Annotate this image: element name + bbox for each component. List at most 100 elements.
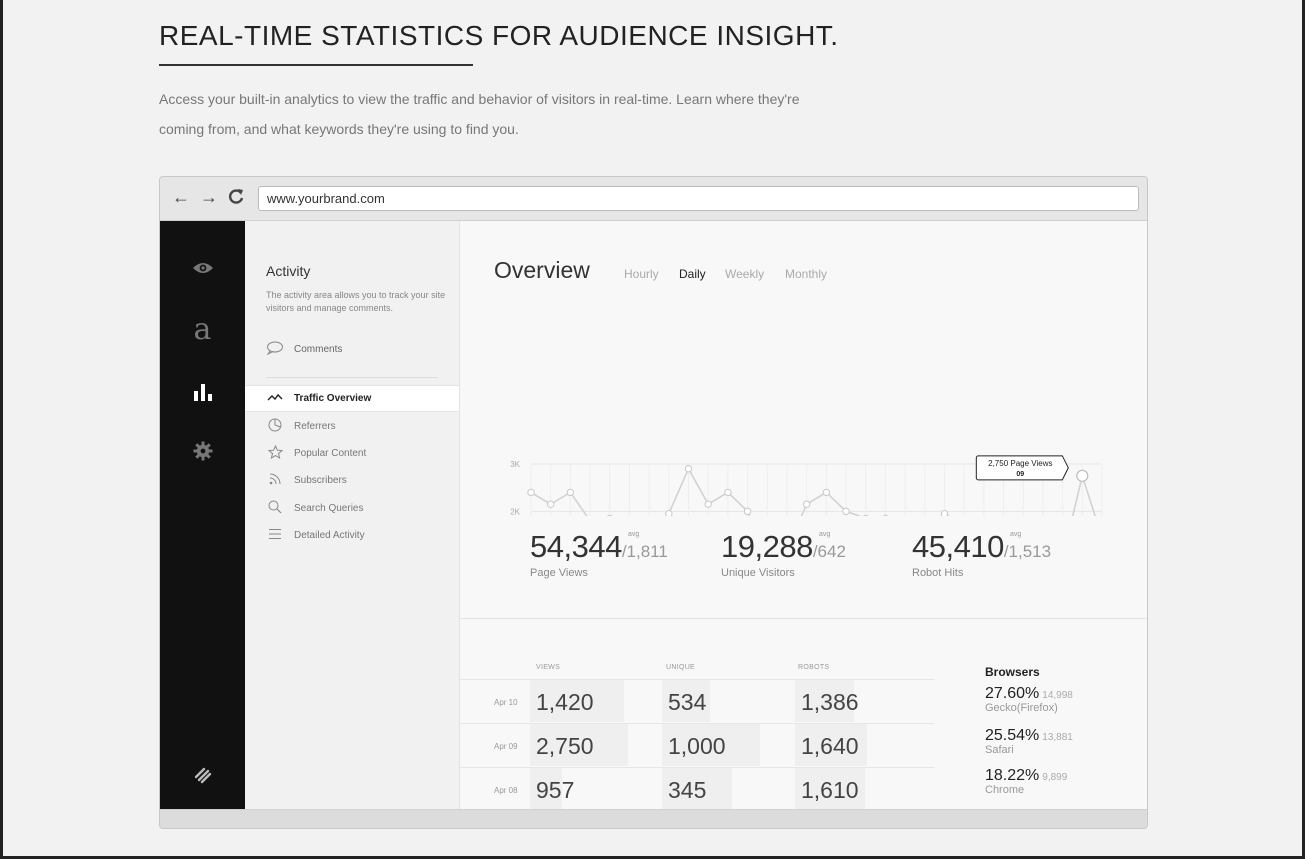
sidebar-item-label: Comments <box>294 344 343 355</box>
data-point-background <box>822 488 831 497</box>
hero-divider <box>159 64 473 66</box>
browser-status-bar <box>160 809 1147 828</box>
browser-percent: 27.60% <box>985 685 1040 702</box>
cell-value-unique: 1,000 <box>668 733 726 759</box>
browser-count: 13,881 <box>1042 732 1073 743</box>
data-point-background <box>665 510 673 516</box>
page: REAL-TIME STATISTICS FOR AUDIENCE INSIGH… <box>3 0 1302 856</box>
sidebar-item-label: Detailed Activity <box>294 530 365 541</box>
browser-window: ← → www.yourbrand.com a Activity The act… <box>159 176 1148 829</box>
column-header-unique: UNIQUE <box>666 664 696 671</box>
y-tick-label: 3K <box>510 460 520 469</box>
traffic-line-chart: 01K2K3K121314151617181920212223242526272… <box>510 455 1103 516</box>
cell-value-unique: 345 <box>668 777 707 803</box>
rss-icon <box>266 472 284 489</box>
back-arrow-icon[interactable]: ← <box>172 187 190 207</box>
stat-avg-label: avg <box>628 531 640 538</box>
data-point-background <box>862 514 869 516</box>
tab-hourly[interactable]: Hourly <box>624 267 659 281</box>
stat-label: Unique Visitors <box>721 567 795 579</box>
dark-nav-rail: a <box>160 221 245 809</box>
overview-title: Overview <box>494 257 590 283</box>
search-icon <box>266 500 284 517</box>
browser-toolbar: ← → www.yourbrand.com <box>160 177 1147 221</box>
sidebar-item-label: Popular Content <box>294 448 367 459</box>
sidebar-item-subscribers[interactable]: Subscribers <box>245 467 459 494</box>
browser-count: 14,998 <box>1042 690 1073 701</box>
stat-per-day: /1,811 <box>621 542 668 561</box>
cell-value-views: 1,420 <box>536 689 594 715</box>
stat-robot-hits: 45,410/1,513 avg Robot Hits <box>912 529 1051 579</box>
cell-value-robots: 1,610 <box>801 777 859 803</box>
bar-chart-icon[interactable] <box>160 383 245 406</box>
data-point-background <box>724 488 732 497</box>
stat-per-day: /1,513 <box>1003 542 1052 561</box>
data-point-background <box>684 465 693 473</box>
data-point-background <box>527 488 535 497</box>
list-icon <box>266 528 284 543</box>
data-point-background <box>606 514 613 516</box>
highlight-point <box>1076 469 1089 482</box>
table-row[interactable]: Apr 09 2,750 1,000 1,640 <box>460 723 934 766</box>
forward-arrow-icon[interactable]: → <box>200 187 218 207</box>
activity-sidebar: Activity The activity area allows you to… <box>245 221 460 809</box>
table-row[interactable]: Apr 08 957 345 1,610 <box>460 767 934 810</box>
zigzag-icon <box>266 392 284 406</box>
stat-label: Robot Hits <box>912 567 964 579</box>
data-point-background <box>882 514 889 516</box>
data-point-background <box>842 507 850 516</box>
sidebar-divider <box>266 377 438 378</box>
sidebar-item-comments[interactable]: Comments <box>266 341 342 358</box>
stat-page-views: 54,344/1,811 avg Page Views <box>530 529 668 579</box>
sidebar-item-popular-content[interactable]: Popular Content <box>245 440 459 467</box>
cell-value-views: 2,750 <box>536 733 594 759</box>
browser-percent: 18.22% <box>985 767 1040 784</box>
column-header-robots: ROBOTS <box>798 664 830 671</box>
sidebar-item-label: Subscribers <box>294 475 347 486</box>
tooltip-text: 2,750 Page Views <box>988 459 1052 468</box>
sidebar-item-traffic-overview[interactable]: Traffic Overview <box>245 385 459 412</box>
stat-avg-label: avg <box>819 531 831 538</box>
star-icon <box>266 444 284 462</box>
sidebar-item-label: Referrers <box>294 421 336 432</box>
cell-value-unique: 534 <box>668 689 707 715</box>
cell-value-robots: 1,386 <box>801 689 859 715</box>
sidebar-description: The activity area allows you to track yo… <box>266 290 446 313</box>
column-header-views: VIEWS <box>536 664 561 671</box>
sidebar-item-referrers[interactable]: Referrers <box>245 413 459 440</box>
gear-icon[interactable] <box>160 441 245 466</box>
data-point-background <box>802 500 811 508</box>
table-row[interactable]: Apr 10 1,420 534 1,386 <box>460 679 934 722</box>
eye-icon[interactable] <box>160 261 245 280</box>
browser-stat-chrome: 18.22% 9,899 Chrome <box>985 767 1067 796</box>
stat-avg-label: avg <box>1010 531 1022 538</box>
y-tick-label: 2K <box>510 507 520 516</box>
tab-monthly[interactable]: Monthly <box>785 267 827 281</box>
stat-value: 45,410 <box>912 529 1004 564</box>
browser-name: Chrome <box>985 784 1025 796</box>
sidebar-item-search-queries[interactable]: Search Queries <box>245 495 459 522</box>
sidebar-item-label: Search Queries <box>294 503 364 514</box>
pie-icon <box>266 418 284 435</box>
url-bar[interactable]: www.yourbrand.com <box>258 186 1139 211</box>
data-point-background <box>704 500 712 508</box>
tooltip-subtext: 09 <box>1016 471 1024 478</box>
app-viewport: a Activity The activity area allows you … <box>160 221 1147 810</box>
speech-bubble-icon <box>266 341 284 358</box>
cell-value-views: 957 <box>536 777 575 803</box>
data-point-background <box>566 488 575 497</box>
browser-stat-firefox: 27.60% 14,998 Gecko(Firefox) <box>985 685 1073 714</box>
row-date: Apr 09 <box>494 742 518 751</box>
browser-name: Gecko(Firefox) <box>985 702 1058 714</box>
brand-a-icon[interactable]: a <box>160 313 245 347</box>
row-date: Apr 10 <box>494 698 518 707</box>
reload-icon[interactable] <box>228 187 244 209</box>
squarespace-logo-icon[interactable] <box>160 766 245 789</box>
overview-panel: Overview Hourly Daily Weekly Monthly 01K… <box>460 221 1147 810</box>
tab-daily[interactable]: Daily <box>679 267 706 281</box>
stat-value: 54,344 <box>530 529 622 564</box>
sidebar-item-detailed-activity[interactable]: Detailed Activity <box>245 522 459 549</box>
tab-weekly[interactable]: Weekly <box>725 267 764 281</box>
data-point-background <box>743 507 752 516</box>
hero-description: Access your built-in analytics to view t… <box>159 91 800 137</box>
